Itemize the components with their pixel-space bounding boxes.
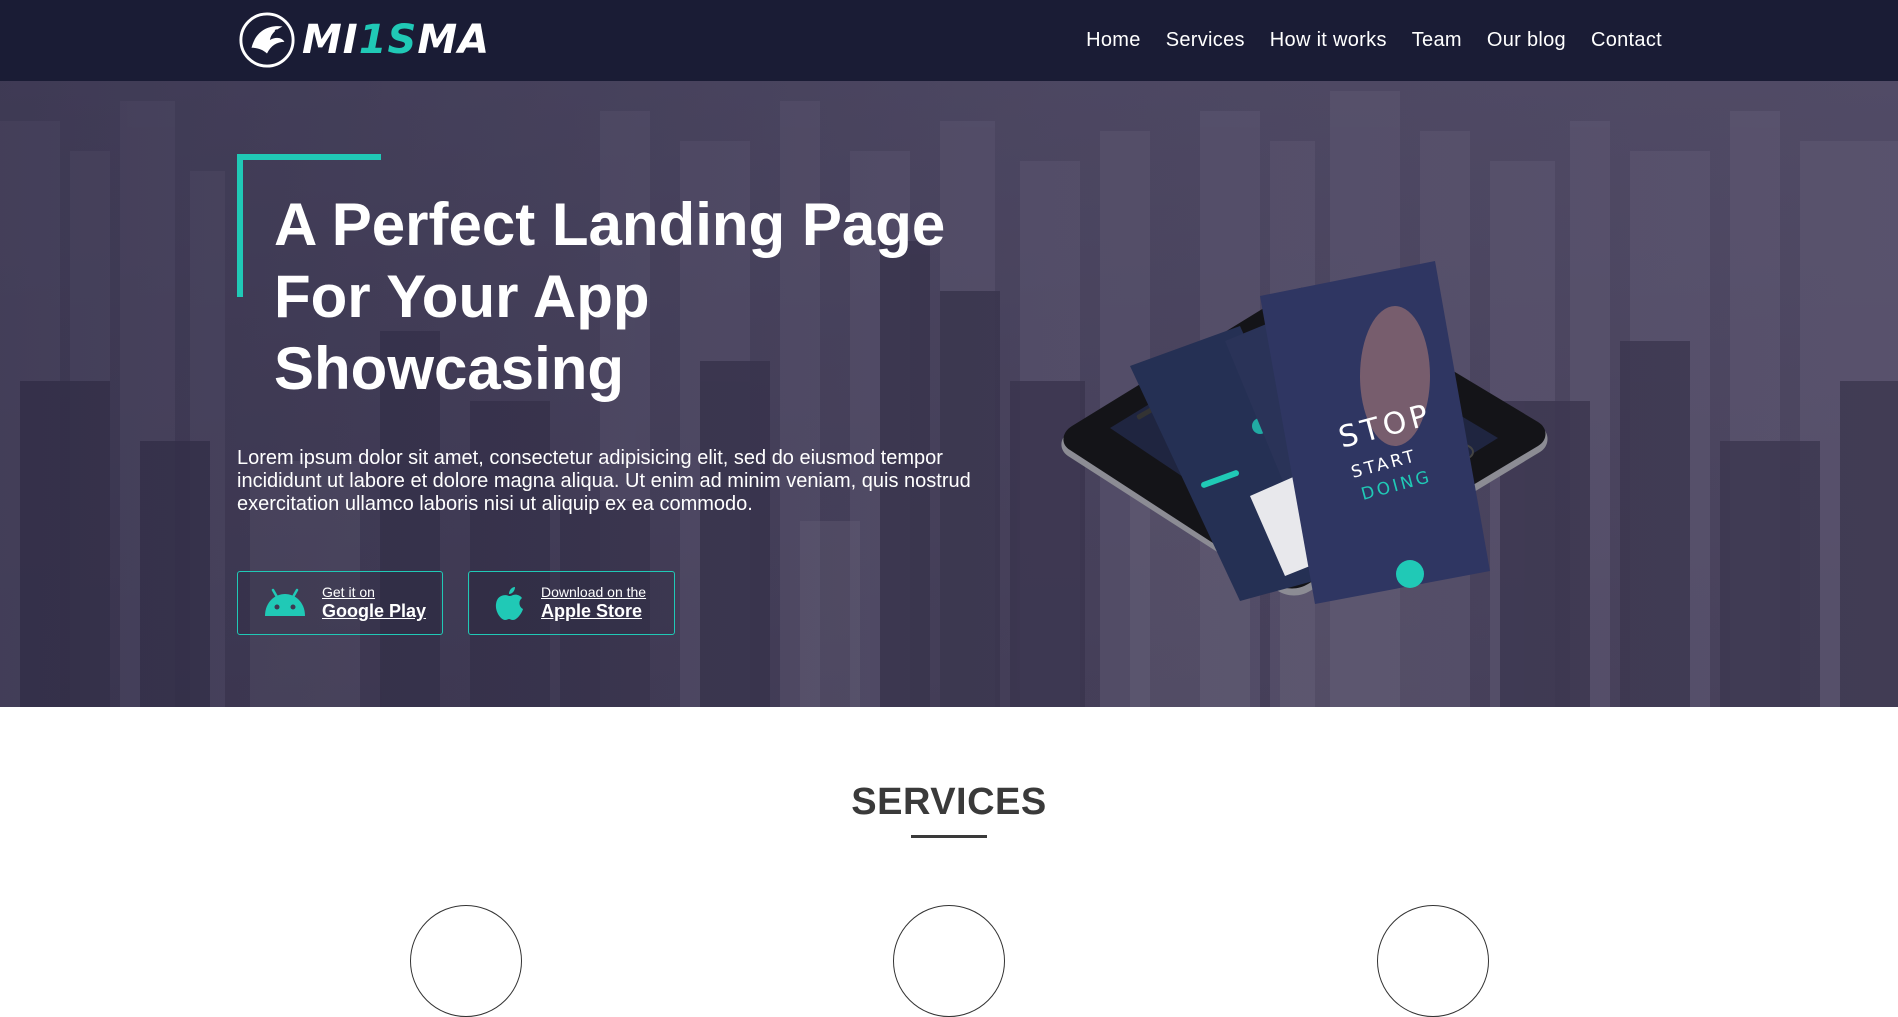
android-icon	[262, 580, 308, 626]
title-accent-bar-vertical	[237, 154, 243, 297]
eagle-logo-icon	[239, 12, 295, 68]
brand-wordmark: MI1SMA	[302, 17, 490, 63]
nav-home[interactable]: Home	[1086, 29, 1141, 52]
nav-how-it-works[interactable]: How it works	[1270, 29, 1387, 52]
brand-wordmark-suffix: MA	[417, 17, 491, 63]
apple-store-button[interactable]: Download on the Apple Store	[468, 571, 675, 635]
service-icon-circle-2	[893, 905, 1005, 1017]
google-play-small-label: Get it on	[322, 584, 375, 600]
service-icon-circle-1	[410, 905, 522, 1017]
title-accent-bar-horizontal	[237, 154, 381, 160]
apple-icon	[491, 580, 527, 626]
apple-store-small-label: Download on the	[541, 584, 647, 600]
brand-wordmark-accent: 1S	[358, 17, 418, 63]
nav-contact[interactable]: Contact	[1591, 29, 1662, 52]
phone-mockup-image: STOP START DOING	[1061, 261, 1548, 604]
hero-title: A Perfect Landing Page For Your App Show…	[274, 189, 1034, 405]
hero-title-line-3: Showcasing	[274, 335, 625, 402]
hero-title-line-2: For Your App	[274, 263, 650, 330]
nav-our-blog[interactable]: Our blog	[1487, 29, 1566, 52]
service-icon-circle-3	[1377, 905, 1489, 1017]
brand-wordmark-prefix: MI	[302, 17, 359, 63]
navbar: MI1SMA Home Services How it works Team O…	[0, 0, 1898, 81]
apple-store-label: Apple Store	[541, 601, 643, 621]
hero-description: Lorem ipsum dolor sit amet, consectetur …	[237, 447, 971, 515]
google-play-button[interactable]: Get it on Google Play	[237, 571, 443, 635]
nav-team[interactable]: Team	[1412, 29, 1462, 52]
nav-services[interactable]: Services	[1166, 29, 1245, 52]
main-nav: Home Services How it works Team Our blog…	[1086, 0, 1662, 81]
services-heading-underline	[911, 835, 987, 838]
brand-logo[interactable]: MI1SMA	[238, 10, 490, 70]
google-play-label: Google Play	[322, 601, 427, 621]
services-heading: SERVICES	[851, 781, 1047, 823]
hero-section: A Perfect Landing Page For Your App Show…	[0, 81, 1898, 707]
hero-title-line-1: A Perfect Landing Page	[274, 191, 946, 258]
